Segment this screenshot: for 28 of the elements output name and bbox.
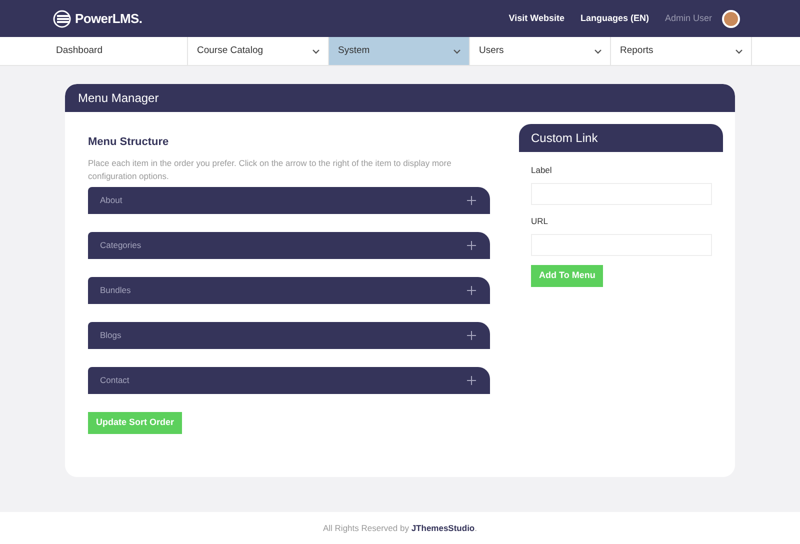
logo-icon	[53, 10, 73, 28]
plus-icon[interactable]	[467, 240, 476, 250]
menu-item[interactable]: Categories	[88, 232, 490, 258]
logo-text[interactable]: PowerLMS.	[75, 8, 142, 28]
section-title: Menu Structure	[88, 135, 170, 150]
user-name[interactable]: Admin User	[664, 12, 712, 26]
card-title: Menu Manager	[65, 84, 735, 112]
chevron-down-icon	[453, 48, 461, 54]
menu-item[interactable]: Blogs	[88, 322, 490, 348]
avatar[interactable]	[722, 10, 740, 28]
field-label: URL	[531, 214, 550, 228]
menu-item[interactable]: Bundles	[88, 276, 490, 304]
chevron-down-icon	[312, 48, 320, 54]
chevron-down-icon	[735, 48, 743, 54]
footer-text: All Rights Reserved by JThemesStudio.	[322, 522, 477, 534]
menu-item[interactable]: Contact	[88, 366, 490, 394]
header-link[interactable]: Visit Website	[508, 12, 564, 26]
menu-item[interactable]: About	[88, 186, 490, 214]
field-label: Label	[531, 164, 553, 177]
nav-tab[interactable]: System	[329, 37, 470, 65]
hint-text: Place each item in the order you prefer. Click on the arrow to the right of the item to display more configuration options.	[88, 156, 452, 182]
plus-icon[interactable]	[467, 330, 476, 340]
plus-icon[interactable]	[467, 196, 476, 204]
chevron-down-icon	[594, 48, 602, 54]
plus-icon[interactable]	[467, 376, 476, 384]
panel-title: Custom Link	[519, 124, 723, 152]
header-link[interactable]: Languages (EN)	[580, 12, 649, 26]
plus-icon[interactable]	[467, 286, 476, 294]
